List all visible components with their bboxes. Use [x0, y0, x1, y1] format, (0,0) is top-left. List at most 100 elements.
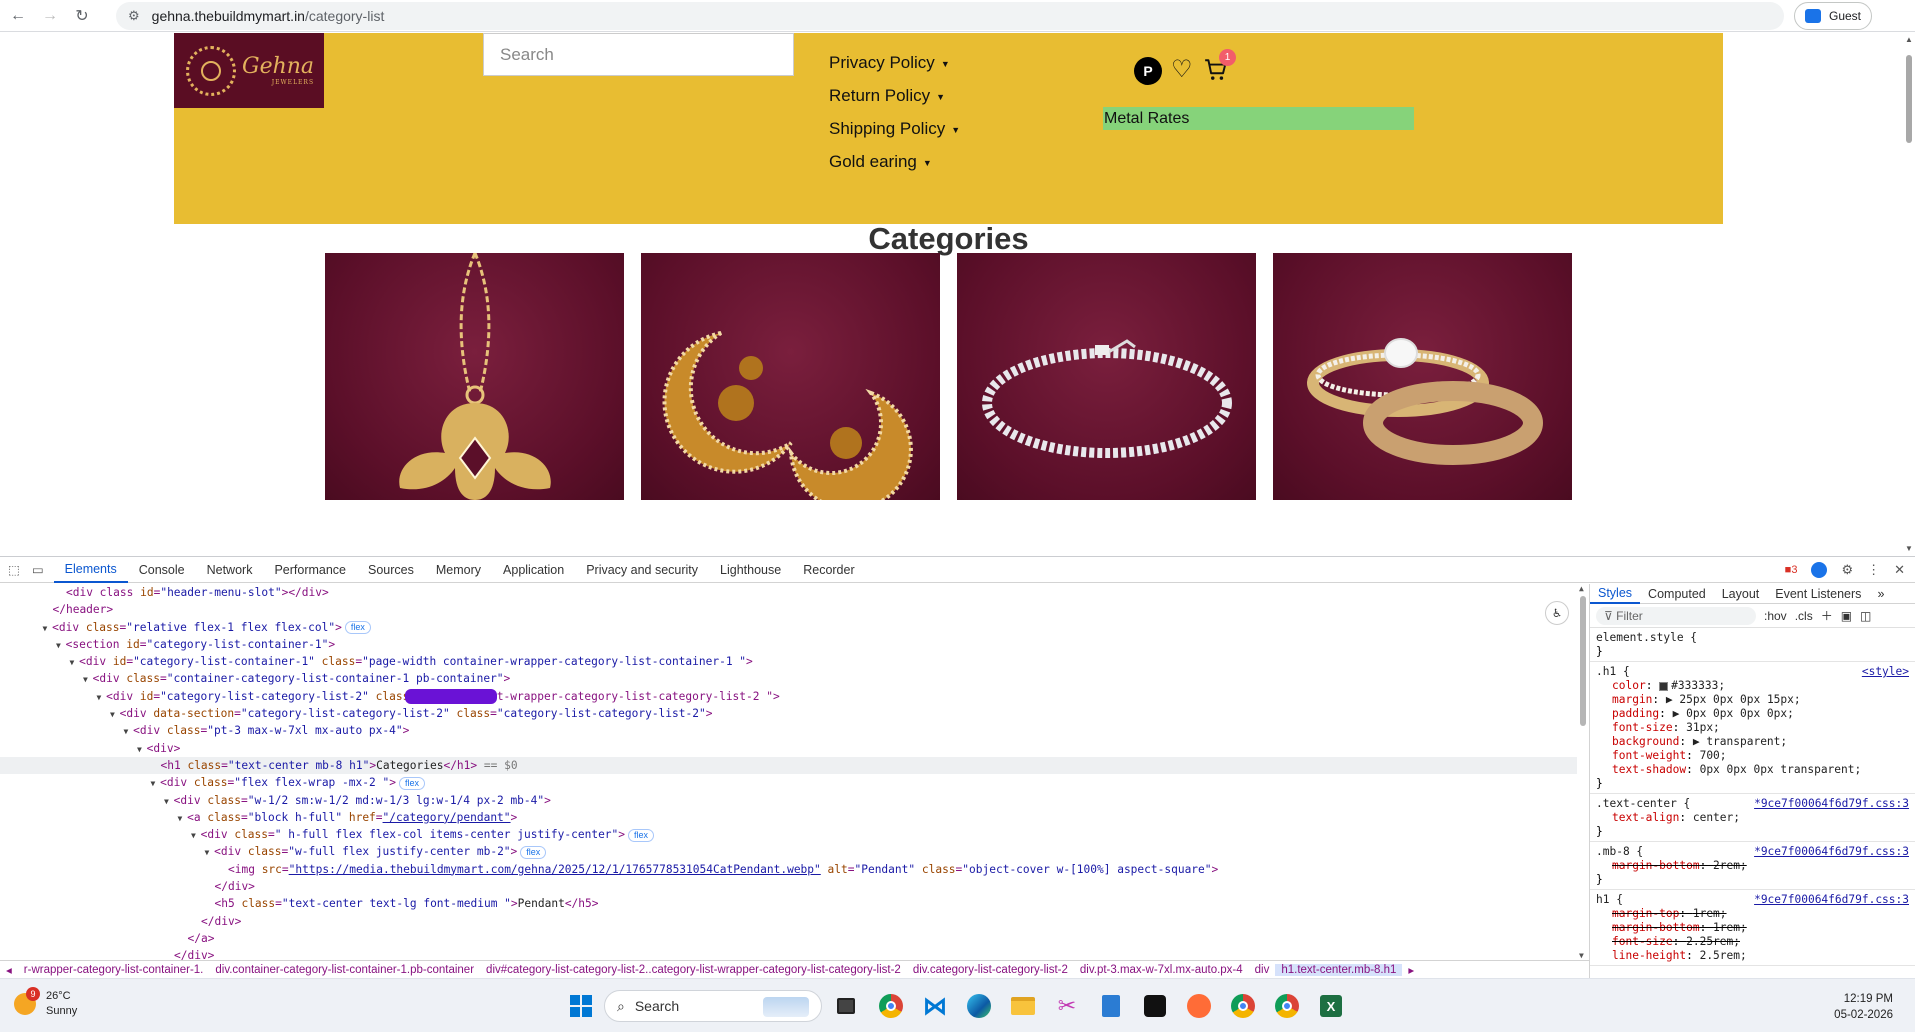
device-toolbar-icon[interactable]: ▭	[32, 562, 44, 577]
breadcrumb-item[interactable]: h1.text-center.mb-8.h1	[1275, 964, 1403, 976]
dom-node[interactable]: ▼ <div class="w-1/2 sm:w-1/2 md:w-1/3 lg…	[0, 792, 1577, 809]
css-property[interactable]: color: #333333;	[1596, 679, 1909, 693]
flex-badge[interactable]: flex	[628, 828, 655, 842]
css-property[interactable]: line-height: 2.5rem;	[1596, 949, 1909, 963]
css-property[interactable]: margin-bottom: 1rem;	[1596, 921, 1909, 935]
account-avatar[interactable]: P	[1134, 57, 1162, 85]
flex-badge[interactable]: flex	[398, 776, 425, 790]
devtools-tab-memory[interactable]: Memory	[425, 557, 492, 583]
expand-triangle-icon[interactable]: ▼	[56, 641, 66, 650]
expand-triangle-icon[interactable]: ▼	[70, 658, 80, 667]
accessibility-tree-icon[interactable]: ♿	[1545, 601, 1569, 625]
dom-node[interactable]: ▼ <div class="flex flex-wrap -mx-2 "> fle…	[0, 774, 1577, 791]
sidebar-toggle-icon[interactable]: ◫	[1860, 609, 1871, 623]
hover-state-toggle[interactable]: :hov	[1764, 609, 1787, 623]
breadcrumb-item[interactable]: div.category-list-category-list-2	[907, 964, 1074, 976]
category-card-pendant[interactable]	[325, 253, 624, 500]
menu-gold-earing[interactable]: Gold earing ▼	[829, 152, 932, 172]
dom-node[interactable]: ▼ <div class=" h-full flex flex-col item…	[0, 826, 1577, 843]
expand-triangle-icon[interactable]: ▼	[205, 848, 215, 857]
postman-icon[interactable]	[1184, 991, 1214, 1021]
color-swatch-icon[interactable]	[1659, 681, 1669, 691]
forward-icon[interactable]: →	[36, 2, 64, 30]
styles-tab-event-listeners[interactable]: Event Listeners	[1767, 584, 1869, 604]
ai-assistant-icon[interactable]	[1811, 562, 1828, 578]
file-explorer-icon[interactable]	[1008, 991, 1038, 1021]
dom-node[interactable]: ▼ <div>	[0, 740, 1577, 757]
taskbar-search[interactable]: ⌕ Search	[604, 990, 822, 1022]
css-property[interactable]: font-weight: 700;	[1596, 749, 1909, 763]
excel-icon[interactable]: X	[1316, 991, 1346, 1021]
dom-node[interactable]: ▼ <div class="pt-3 max-w-7xl mx-auto px-…	[0, 722, 1577, 739]
css-rule-source-link[interactable]: *9ce7f00064f6d79f.css:3	[1754, 797, 1909, 811]
dom-node[interactable]: ▼ <div class="container-category-list-co…	[0, 670, 1577, 687]
page-scrollbar-thumb[interactable]	[1906, 55, 1912, 143]
scroll-up-icon[interactable]: ▲	[1579, 584, 1584, 593]
expand-triangle-icon[interactable]: ▼	[110, 710, 120, 719]
close-devtools-icon[interactable]: ✕	[1894, 562, 1905, 578]
dom-node-selected[interactable]: <h1 class="text-center mb-8 h1">Categori…	[0, 756, 1577, 775]
site-logo[interactable]: Gehna JEWELERS	[174, 33, 324, 108]
dom-node[interactable]: ▼ <div id="category-list-category-list-2…	[0, 688, 1577, 705]
css-property[interactable]: text-align: center;	[1596, 811, 1909, 825]
dom-node[interactable]: <div class id="header-menu-slot"></div>	[0, 584, 1577, 601]
chrome-icon[interactable]	[1272, 991, 1302, 1021]
styles-filter-input[interactable]: ⊽ Filter	[1596, 606, 1756, 625]
menu-privacy-policy[interactable]: Privacy Policy ▼	[829, 53, 950, 73]
new-rule-icon[interactable]: ＋	[1821, 607, 1833, 624]
flex-badge[interactable]: flex	[520, 845, 547, 859]
css-rule[interactable]: element.style {}	[1590, 628, 1915, 662]
category-card-rings[interactable]	[1273, 253, 1572, 500]
breadcrumb-item[interactable]: div.container-category-list-container-1.…	[209, 964, 480, 976]
reload-icon[interactable]: ↻	[68, 2, 96, 30]
dom-node[interactable]: </a>	[0, 930, 1577, 947]
expand-triangle-icon[interactable]: ▼	[164, 797, 174, 806]
elements-dom-tree[interactable]: <div class id="header-menu-slot"></div> <…	[0, 584, 1577, 960]
windows-start-icon[interactable]	[566, 991, 596, 1021]
css-rule[interactable]: .text-center {*9ce7f00064f6d79f.css:3 tex…	[1590, 794, 1915, 842]
expand-triangle-icon[interactable]: ▼	[83, 675, 93, 684]
flex-badge[interactable]: flex	[344, 621, 371, 635]
cursor-app-icon[interactable]	[1140, 991, 1170, 1021]
expand-triangle-icon[interactable]: ▼	[178, 814, 188, 823]
category-card-bracelet[interactable]	[957, 253, 1256, 500]
styles-tab-computed[interactable]: Computed	[1640, 584, 1714, 604]
notepad-icon[interactable]	[1096, 991, 1126, 1021]
dom-node[interactable]: <h5 class="text-center text-lg font-medi…	[0, 895, 1577, 912]
chrome-icon[interactable]	[876, 991, 906, 1021]
css-rule[interactable]: h1 {*9ce7f00064f6d79f.css:3 margin-top: 1…	[1590, 890, 1915, 966]
dom-node[interactable]: </div>	[0, 913, 1577, 930]
elements-scrollbar[interactable]: ▲ ▼	[1577, 584, 1589, 960]
site-info-icon[interactable]: ⚙	[128, 8, 140, 24]
expand-triangle-icon[interactable]: ▼	[43, 624, 53, 633]
breadcrumb-item[interactable]: div#category-list-category-list-2..categ…	[480, 964, 907, 976]
more-options-icon[interactable]: ⋮	[1867, 562, 1880, 578]
snipping-tool-icon[interactable]: ✂	[1052, 991, 1082, 1021]
task-view-icon[interactable]	[831, 991, 861, 1021]
devtools-tab-privacy-and-security[interactable]: Privacy and security	[575, 557, 709, 583]
address-bar[interactable]: ⚙ gehna.thebuildmymart.in/category-list	[116, 2, 1784, 30]
scroll-down-icon[interactable]: ▼	[1579, 951, 1584, 960]
breadcrumb-item[interactable]: div	[1249, 964, 1276, 976]
category-card-earrings[interactable]	[641, 253, 940, 500]
settings-gear-icon[interactable]: ⚙	[1841, 562, 1853, 578]
dom-node[interactable]: </div>	[0, 878, 1577, 895]
search-input[interactable]: Search	[483, 33, 794, 76]
edge-icon[interactable]	[964, 991, 994, 1021]
dom-node[interactable]: ▼ <section id="category-list-container-1…	[0, 636, 1577, 653]
breadcrumb-item[interactable]: div.pt-3.max-w-7xl.mx-auto.px-4	[1074, 964, 1249, 976]
devtools-tab-sources[interactable]: Sources	[357, 557, 425, 583]
expand-triangle-icon[interactable]: ▼	[137, 745, 147, 754]
issues-badge[interactable]: ■3	[1785, 564, 1798, 576]
class-toggle[interactable]: .cls	[1795, 609, 1813, 623]
dom-node[interactable]: </header>	[0, 601, 1577, 618]
breadcrumb-item[interactable]: r-wrapper-category-list-container-1.	[18, 964, 210, 976]
devtools-tab-lighthouse[interactable]: Lighthouse	[709, 557, 792, 583]
scroll-down-icon[interactable]: ▼	[1905, 544, 1913, 553]
breadcrumb-left-icon[interactable]: ◂	[0, 963, 18, 977]
inspect-element-icon[interactable]: ⬚	[8, 562, 20, 577]
profile-button[interactable]: Guest	[1794, 2, 1872, 30]
dom-node[interactable]: ▼ <div data-section="category-list-categ…	[0, 705, 1577, 722]
back-icon[interactable]: ←	[4, 2, 32, 30]
system-clock[interactable]: 12:19 PM 05-02-2026	[1834, 991, 1893, 1023]
